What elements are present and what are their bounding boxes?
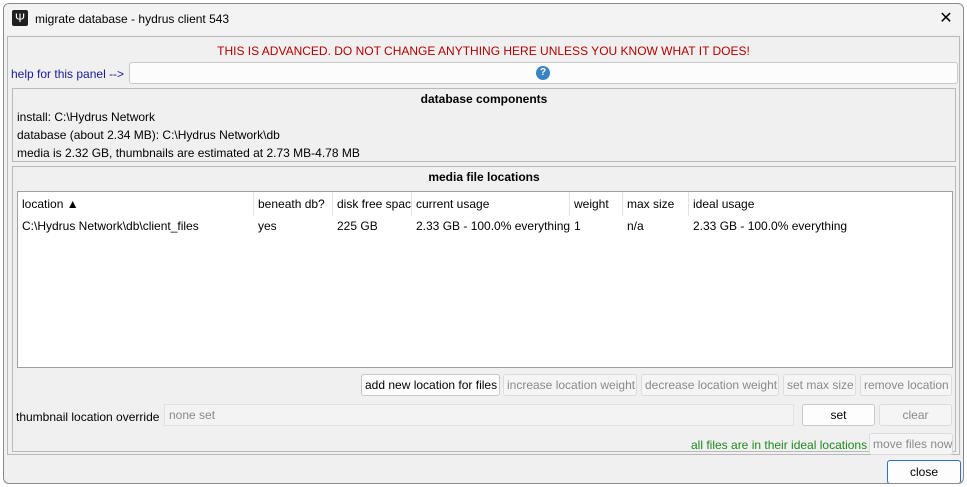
- window-title: migrate database - hydrus client 543: [35, 12, 230, 26]
- psi-icon: Ψ: [12, 10, 28, 26]
- database-path: database (about 2.34 MB): C:\Hydrus Netw…: [17, 128, 280, 142]
- help-icon: ?: [536, 66, 550, 80]
- set-thumbnail-button[interactable]: set: [802, 404, 875, 426]
- thumbnail-override-field[interactable]: none set: [164, 404, 794, 426]
- table-row[interactable]: C:\Hydrus Network\db\client_files yes 22…: [18, 216, 952, 236]
- help-button[interactable]: ?: [129, 62, 958, 84]
- cell-beneath-db: yes: [258, 219, 277, 233]
- database-components-panel: database components install: C:\Hydrus N…: [12, 88, 956, 162]
- media-file-locations-panel: media file locations location ▲ beneath …: [12, 166, 956, 455]
- title-bar: Ψ migrate database - hydrus client 543 ✕: [4, 4, 963, 34]
- decrease-weight-button[interactable]: decrease location weight: [641, 374, 779, 396]
- column-header-current-usage[interactable]: current usage: [412, 192, 570, 216]
- help-label: help for this panel -->: [11, 67, 125, 81]
- remove-location-button[interactable]: remove location: [860, 374, 952, 396]
- cell-current-usage: 2.33 GB - 100.0% everything: [416, 219, 570, 233]
- advanced-warning: THIS IS ADVANCED. DO NOT CHANGE ANYTHING…: [217, 44, 750, 58]
- media-size-info: media is 2.32 GB, thumbnails are estimat…: [17, 146, 360, 160]
- close-icon[interactable]: ✕: [935, 8, 957, 30]
- column-header-ideal-usage[interactable]: ideal usage: [689, 192, 953, 216]
- move-files-button[interactable]: move files now: [869, 433, 953, 455]
- column-header-disk-free[interactable]: disk free spac: [333, 192, 412, 216]
- set-max-size-button[interactable]: set max size: [783, 374, 856, 396]
- column-header-location[interactable]: location ▲: [18, 192, 254, 216]
- close-button[interactable]: close: [887, 460, 961, 483]
- cell-disk-free: 225 GB: [337, 219, 378, 233]
- cell-ideal-usage: 2.33 GB - 100.0% everything: [693, 219, 848, 233]
- cell-max-size: n/a: [627, 219, 644, 233]
- main-panel: THIS IS ADVANCED. DO NOT CHANGE ANYTHING…: [7, 36, 960, 455]
- clear-thumbnail-button[interactable]: clear: [879, 404, 952, 426]
- locations-list[interactable]: location ▲ beneath db? disk free spac cu…: [17, 191, 953, 368]
- add-location-button[interactable]: add new location for files: [361, 374, 500, 396]
- cell-location: C:\Hydrus Network\db\client_files: [22, 219, 199, 233]
- column-header-max-size[interactable]: max size: [623, 192, 689, 216]
- panel-title: media file locations: [428, 170, 540, 184]
- install-path: install: C:\Hydrus Network: [17, 110, 156, 124]
- increase-weight-button[interactable]: increase location weight: [503, 374, 637, 396]
- status-message: all files are in their ideal locations: [691, 438, 868, 452]
- panel-title: database components: [420, 92, 548, 106]
- migrate-database-window: Ψ migrate database - hydrus client 543 ✕…: [3, 3, 964, 484]
- cell-weight: 1: [574, 219, 581, 233]
- column-header-weight[interactable]: weight: [570, 192, 623, 216]
- column-header-beneath-db[interactable]: beneath db?: [254, 192, 333, 216]
- list-header: location ▲ beneath db? disk free spac cu…: [18, 192, 952, 216]
- thumbnail-override-label: thumbnail location override: [16, 410, 160, 424]
